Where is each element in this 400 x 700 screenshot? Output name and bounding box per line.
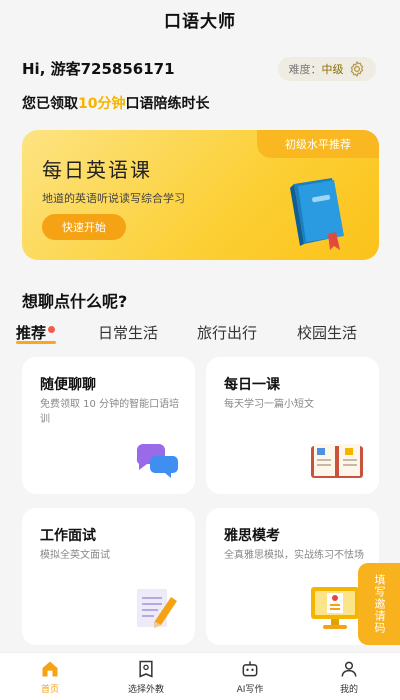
card-job-interview[interactable]: 工作面试 模拟全英文面试 — [22, 508, 195, 645]
nav-label: 选择外教 — [127, 685, 164, 695]
nav-label: AI写作 — [236, 685, 264, 695]
tab-campus[interactable]: 校园生活 — [297, 322, 357, 343]
nav-ai-writing[interactable]: AI写作 — [210, 659, 290, 695]
robot-icon — [242, 661, 258, 677]
nav-home[interactable]: 首页 — [10, 659, 90, 695]
computer-exam-icon — [311, 587, 359, 629]
home-icon — [42, 661, 58, 677]
bottom-nav: 首页 选择外教 AI写作 我的 — [0, 652, 400, 700]
nav-profile[interactable]: 我的 — [309, 659, 389, 695]
teacher-icon — [139, 660, 153, 678]
nav-label: 我的 — [339, 685, 358, 695]
claim-text: 您已领取10分钟口语陪练时长 — [22, 96, 210, 112]
user-greeting: Hi, 游客725856171 — [22, 60, 175, 78]
chat-bubbles-icon — [136, 444, 178, 478]
open-book-icon — [311, 444, 363, 478]
card-title: 每日一课 — [224, 377, 280, 393]
quick-start-button[interactable]: 快速开始 — [42, 214, 126, 240]
recommend-tag: 初级水平推荐 — [257, 130, 379, 158]
difficulty-label: 难度：中级 — [288, 63, 344, 76]
card-title: 雅思模考 — [224, 528, 280, 544]
topic-tabs: 推荐 日常生活 旅行出行 校园生活 — [0, 318, 400, 348]
card-desc: 模拟全英文面试 — [40, 550, 110, 561]
app-title: 口语大师 — [164, 11, 236, 32]
card-desc: 全真雅思模拟，实战练习不怯场 — [224, 550, 364, 561]
card-desc: 每天学习一篇小短文 — [224, 399, 314, 410]
card-title: 工作面试 — [40, 528, 96, 544]
section-title: 想聊点什么呢? — [22, 292, 128, 311]
banner-subtitle: 地道的英语听说读写综合学习 — [42, 192, 185, 205]
new-dot — [48, 326, 56, 333]
difficulty-value: 中级 — [321, 63, 344, 76]
difficulty-selector[interactable]: 难度：中级 — [278, 57, 376, 81]
banner-title: 每日英语课 — [42, 158, 152, 182]
tab-travel[interactable]: 旅行出行 — [197, 322, 257, 343]
card-ielts-mock[interactable]: 雅思模考 全真雅思模拟，实战练习不怯场 — [206, 508, 379, 645]
card-daily-lesson[interactable]: 每日一课 每天学习一篇小短文 — [206, 357, 379, 494]
tab-daily-life[interactable]: 日常生活 — [98, 322, 158, 343]
daily-english-banner[interactable]: 初级水平推荐 每日英语课 地道的英语听说读写综合学习 快速开始 — [22, 130, 379, 260]
card-desc: 免费领取 10 分钟的智能口语培训 — [40, 399, 180, 425]
tab-recommend[interactable]: 推荐 — [16, 322, 56, 343]
nav-choose-teacher[interactable]: 选择外教 — [106, 659, 186, 695]
top-bar: 口语大师 — [0, 0, 400, 38]
profile-icon — [341, 661, 357, 677]
gear-icon — [350, 61, 363, 77]
blue-book-icon — [290, 178, 344, 250]
document-pencil-icon — [137, 589, 177, 628]
active-tab-indicator — [16, 341, 56, 344]
invite-code-button[interactable]: 填写邀请码 — [358, 563, 400, 645]
claim-highlight: 10分钟 — [78, 96, 126, 112]
card-title: 随便聊聊 — [40, 377, 96, 393]
nav-label: 首页 — [40, 685, 59, 695]
card-casual-chat[interactable]: 随便聊聊 免费领取 10 分钟的智能口语培训 — [22, 357, 195, 494]
